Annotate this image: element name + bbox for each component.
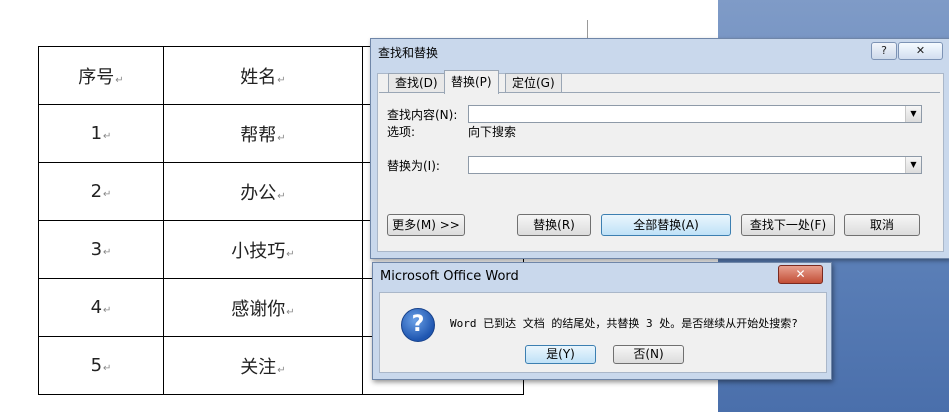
chevron-down-icon[interactable]: ▼ [905,157,921,173]
replace-button[interactable]: 替换(R) [517,214,591,236]
table-cell[interactable]: 帮帮↵ [163,104,363,163]
table-cell[interactable]: 感谢你↵ [163,278,363,337]
find-replace-dialog: 查找和替换 ? ✕ 查找(D) 替换(P) 定位(G) 查找内容(N): ▼ 选… [370,38,949,259]
message-box-body: ? Word 已到达 文档 的结尾处，共替换 3 处。是否继续从开始处搜索? 是… [379,292,827,373]
no-button[interactable]: 否(N) [613,345,684,364]
dialog-body: 查找(D) 替换(P) 定位(G) 查找内容(N): ▼ 选项: 向下搜索 替换… [377,70,944,252]
table-cell[interactable]: 小技巧↵ [163,220,363,279]
close-button[interactable]: ✕ [778,265,823,284]
message-box: Microsoft Office Word ✕ ? Word 已到达 文档 的结… [372,262,832,380]
table-cell[interactable]: 姓名↵ [163,46,363,105]
tab-goto[interactable]: 定位(G) [505,73,562,93]
paragraph-mark-icon: ↵ [103,189,112,200]
tab-replace[interactable]: 替换(P) [444,70,499,94]
table-cell[interactable]: 序号↵ [38,46,164,105]
paragraph-mark-icon: ↵ [277,74,286,86]
chevron-down-icon[interactable]: ▼ [905,106,921,122]
table-cell[interactable]: 4↵ [38,278,164,337]
table-cell[interactable]: 关注↵ [163,336,363,395]
replace-input[interactable]: ▼ [468,156,922,174]
options-label: 选项: [387,125,416,139]
paragraph-mark-icon: ↵ [277,190,286,202]
find-next-button[interactable]: 查找下一处(F) [741,214,835,236]
cancel-button[interactable]: 取消 [844,214,920,236]
paragraph-mark-icon: ↵ [115,74,124,86]
close-button[interactable]: ✕ [898,42,943,60]
paragraph-mark-icon: ↵ [286,306,295,318]
yes-button[interactable]: 是(Y) [525,345,596,364]
paragraph-mark-icon: ↵ [103,305,112,316]
replace-tab-panel: 查找内容(N): ▼ 选项: 向下搜索 替换为(I): ▼ 更多(M) >> 替… [379,92,940,249]
paragraph-mark-icon: ↵ [277,132,286,144]
tab-find[interactable]: 查找(D) [388,73,445,93]
text-cursor [587,20,588,40]
table-cell[interactable]: 1↵ [38,104,164,163]
replace-all-button[interactable]: 全部替换(A) [601,214,731,236]
more-button[interactable]: 更多(M) >> [387,214,465,236]
table-cell[interactable]: 2↵ [38,162,164,221]
message-box-title: Microsoft Office Word [380,269,519,284]
message-text: Word 已到达 文档 的结尾处，共替换 3 处。是否继续从开始处搜索? [450,317,798,330]
paragraph-mark-icon: ↵ [286,248,295,260]
paragraph-mark-icon: ↵ [103,247,112,258]
question-icon: ? [401,308,435,342]
find-input[interactable]: ▼ [468,105,922,123]
table-cell[interactable]: 5↵ [38,336,164,395]
table-cell[interactable]: 3↵ [38,220,164,279]
paragraph-mark-icon: ↵ [103,131,112,142]
options-value: 向下搜索 [468,125,517,139]
dialog-title: 查找和替换 [378,46,439,60]
replace-label: 替换为(I): [387,159,440,173]
table-cell[interactable]: 办公↵ [163,162,363,221]
find-label: 查找内容(N): [387,108,458,122]
paragraph-mark-icon: ↵ [277,364,286,376]
paragraph-mark-icon: ↵ [103,363,112,374]
help-button[interactable]: ? [871,42,897,60]
